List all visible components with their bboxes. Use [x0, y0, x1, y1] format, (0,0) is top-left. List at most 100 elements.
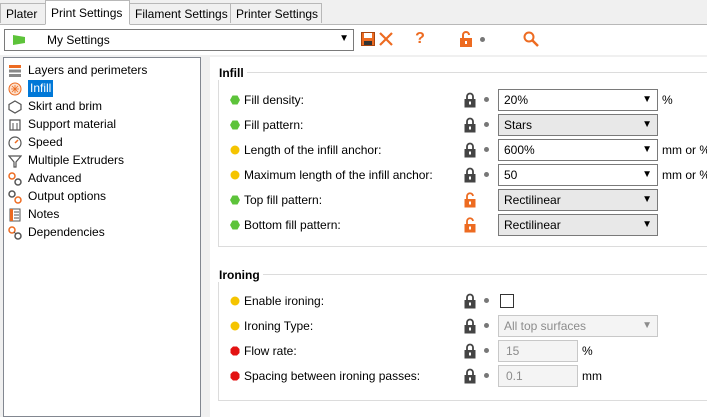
advanced-mode-icon: [230, 296, 240, 306]
bullet-icon: [484, 323, 489, 328]
wrench-icon: [8, 171, 22, 186]
advanced-mode-icon: [230, 145, 240, 155]
sidebar-item-infill[interactable]: Infill: [8, 80, 54, 97]
bullet-icon: [484, 373, 489, 378]
setting-label: Bottom fill pattern:: [244, 218, 341, 232]
infill-anchor-max-combo[interactable]: 50 ▼: [498, 164, 658, 186]
chevron-down-icon: ▼: [642, 320, 652, 331]
simple-mode-icon: [230, 95, 240, 105]
setting-label: Length of the infill anchor:: [244, 143, 382, 157]
sidebar-item-layers[interactable]: Layers and perimeters: [8, 62, 147, 79]
sidebar-item-dependencies[interactable]: Dependencies: [8, 224, 105, 241]
advanced-mode-icon: [230, 170, 240, 180]
setting-enable-ironing: Enable ironing:: [220, 290, 700, 312]
output-icon: [8, 189, 22, 204]
ironing-title: Ironing: [210, 268, 263, 282]
ironing-spacing-input[interactable]: 0.1: [498, 365, 578, 387]
sidebar-item-extruders[interactable]: Multiple Extruders: [8, 152, 124, 169]
layers-icon: [8, 64, 22, 78]
tab-filament-settings[interactable]: Filament Settings: [129, 3, 231, 23]
unlock-icon[interactable]: [456, 29, 476, 49]
lock-icon[interactable]: [463, 318, 477, 334]
unit-label: mm: [582, 369, 602, 383]
delete-icon[interactable]: [376, 29, 396, 49]
skirt-icon: [8, 99, 22, 114]
setting-bottom-fill-pattern: Bottom fill pattern: Rectilinear ▼: [220, 214, 700, 236]
top-fill-pattern-select[interactable]: Rectilinear ▼: [498, 189, 658, 211]
flow-rate-input[interactable]: 15: [498, 340, 578, 362]
unit-label: %: [582, 344, 593, 358]
tab-bar: Plater Print Settings Filament Settings …: [0, 0, 707, 25]
unlock-icon[interactable]: [463, 217, 477, 233]
setting-infill-anchor: Length of the infill anchor: 600% ▼ mm o…: [220, 139, 707, 161]
setting-fill-density: Fill density: 20% ▼ %: [220, 89, 700, 111]
lock-icon[interactable]: [463, 142, 477, 158]
expert-mode-icon: [230, 371, 240, 381]
chevron-down-icon: ▼: [642, 144, 652, 155]
setting-top-fill-pattern: Top fill pattern: Rectilinear ▼: [220, 189, 700, 211]
preset-select[interactable]: My Settings ▼: [4, 29, 354, 51]
setting-infill-anchor-max: Maximum length of the infill anchor: 50 …: [220, 164, 707, 186]
setting-label: Fill density:: [244, 93, 305, 107]
unlock-icon[interactable]: [463, 192, 477, 208]
lock-icon[interactable]: [463, 167, 477, 183]
setting-label: Top fill pattern:: [244, 193, 323, 207]
sidebar-item-support[interactable]: Support material: [8, 116, 116, 133]
help-icon[interactable]: ?: [410, 29, 430, 49]
support-icon: [8, 118, 22, 132]
bullet-icon: [480, 37, 485, 42]
chevron-down-icon: ▼: [642, 119, 652, 130]
setting-label: Fill pattern:: [244, 118, 304, 132]
chevron-down-icon: ▼: [642, 169, 652, 180]
setting-fill-pattern: Fill pattern: Stars ▼: [220, 114, 700, 136]
unit-label: %: [662, 93, 673, 107]
lock-icon[interactable]: [463, 92, 477, 108]
bullet-icon: [484, 97, 489, 102]
unit-label: mm or %: [662, 168, 707, 182]
sidebar-item-advanced[interactable]: Advanced: [8, 170, 81, 187]
chevron-down-icon: ▼: [339, 33, 349, 44]
funnel-icon: [8, 154, 22, 168]
chevron-down-icon: ▼: [642, 219, 652, 230]
search-icon[interactable]: [521, 29, 541, 49]
ironing-type-select[interactable]: All top surfaces ▼: [498, 315, 658, 337]
speedometer-icon: [8, 135, 22, 150]
chevron-down-icon: ▼: [642, 194, 652, 205]
sidebar-item-notes[interactable]: Notes: [8, 206, 59, 223]
infill-anchor-combo[interactable]: 600% ▼: [498, 139, 658, 161]
unit-label: mm or %: [662, 143, 707, 157]
fill-density-combo[interactable]: 20% ▼: [498, 89, 658, 111]
setting-label: Ironing Type:: [244, 319, 314, 333]
expert-mode-icon: [230, 346, 240, 356]
preset-toolbar: My Settings ▼ ?: [0, 25, 707, 55]
setting-ironing-spacing: Spacing between ironing passes: 0.1 mm: [220, 365, 700, 387]
save-icon[interactable]: [358, 29, 378, 49]
sidebar-item-output[interactable]: Output options: [8, 188, 106, 205]
tab-print-settings[interactable]: Print Settings: [45, 0, 130, 25]
lock-icon[interactable]: [463, 117, 477, 133]
category-list: Layers and perimeters Infill Skirt and b…: [3, 57, 201, 417]
simple-mode-icon: [230, 220, 240, 230]
setting-label: Enable ironing:: [244, 294, 325, 308]
bullet-icon: [484, 348, 489, 353]
notes-icon: [8, 208, 22, 222]
setting-label: Flow rate:: [244, 344, 297, 358]
bullet-icon: [484, 172, 489, 177]
enable-ironing-checkbox[interactable]: [500, 294, 514, 308]
preset-name: My Settings: [47, 33, 110, 47]
fill-pattern-select[interactable]: Stars ▼: [498, 114, 658, 136]
sidebar-item-skirt-brim[interactable]: Skirt and brim: [8, 98, 102, 115]
setting-label: Maximum length of the infill anchor:: [244, 168, 433, 182]
sidebar-item-speed[interactable]: Speed: [8, 134, 63, 151]
tab-printer-settings[interactable]: Printer Settings: [230, 3, 322, 23]
lock-icon[interactable]: [463, 343, 477, 359]
simple-mode-icon: [230, 120, 240, 130]
lock-icon[interactable]: [463, 368, 477, 384]
dependencies-icon: [8, 225, 22, 240]
bottom-fill-pattern-select[interactable]: Rectilinear ▼: [498, 214, 658, 236]
tab-plater[interactable]: Plater: [0, 3, 46, 23]
simple-mode-icon: [230, 195, 240, 205]
lock-icon[interactable]: [463, 293, 477, 309]
advanced-mode-icon: [230, 321, 240, 331]
bullet-icon: [484, 147, 489, 152]
